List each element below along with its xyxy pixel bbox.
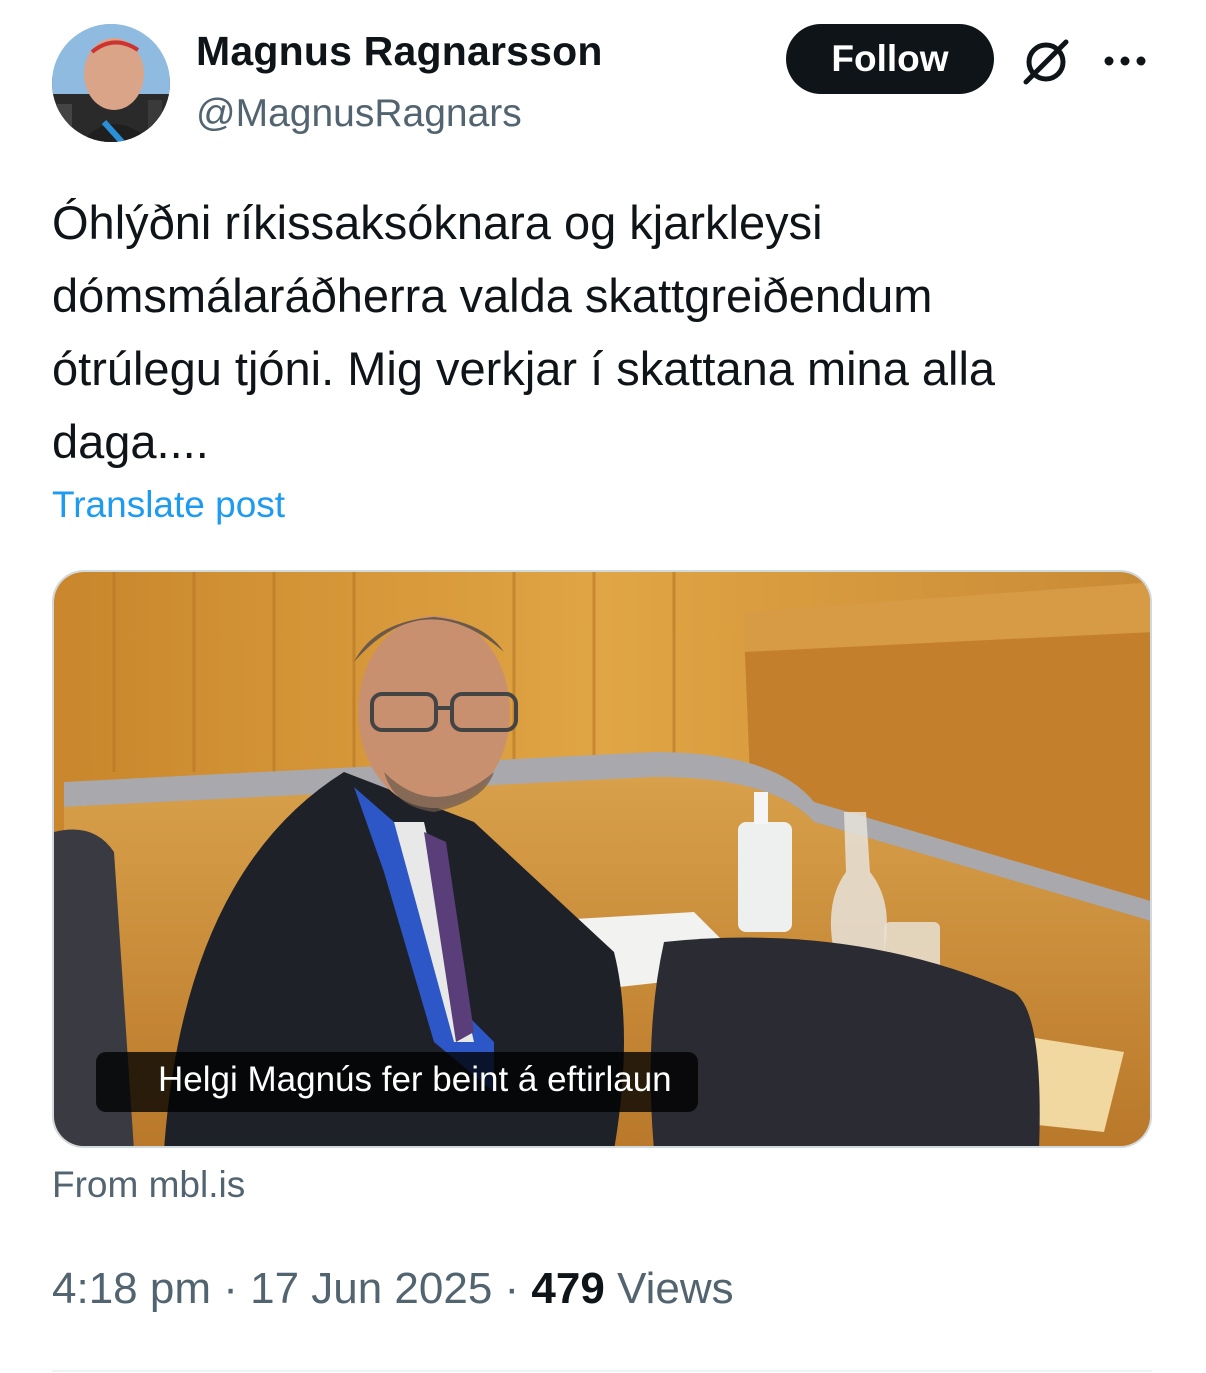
link-preview-card[interactable]: Helgi Magnús fer beint á eftirlaun	[52, 570, 1152, 1148]
follow-button[interactable]: Follow	[786, 24, 994, 94]
post-time[interactable]: 4:18 pm	[52, 1264, 211, 1313]
views-count: 479	[531, 1264, 605, 1313]
post-metadata: 4:18 pm · 17 Jun 2025 · 479 Views	[52, 1264, 734, 1314]
views-label: Views	[604, 1264, 734, 1313]
link-card-caption: Helgi Magnús fer beint á eftirlaun	[96, 1052, 698, 1112]
meta-separator: ·	[492, 1264, 532, 1313]
link-card-source[interactable]: From mbl.is	[52, 1164, 245, 1206]
author-display-name[interactable]: Magnus Ragnarsson	[196, 28, 603, 75]
more-horizontal-icon[interactable]	[1100, 44, 1150, 78]
post-date[interactable]: 17 Jun 2025	[250, 1264, 492, 1313]
author-avatar[interactable]	[52, 24, 170, 142]
post-text: Óhlýðni ríkissaksóknara og kjarkleysi dó…	[52, 196, 996, 468]
translate-post-link[interactable]: Translate post	[52, 484, 285, 526]
grok-slash-circle-icon[interactable]	[1018, 34, 1074, 90]
author-handle[interactable]: @MagnusRagnars	[196, 92, 522, 136]
divider	[52, 1370, 1152, 1372]
meta-separator: ·	[210, 1264, 251, 1313]
